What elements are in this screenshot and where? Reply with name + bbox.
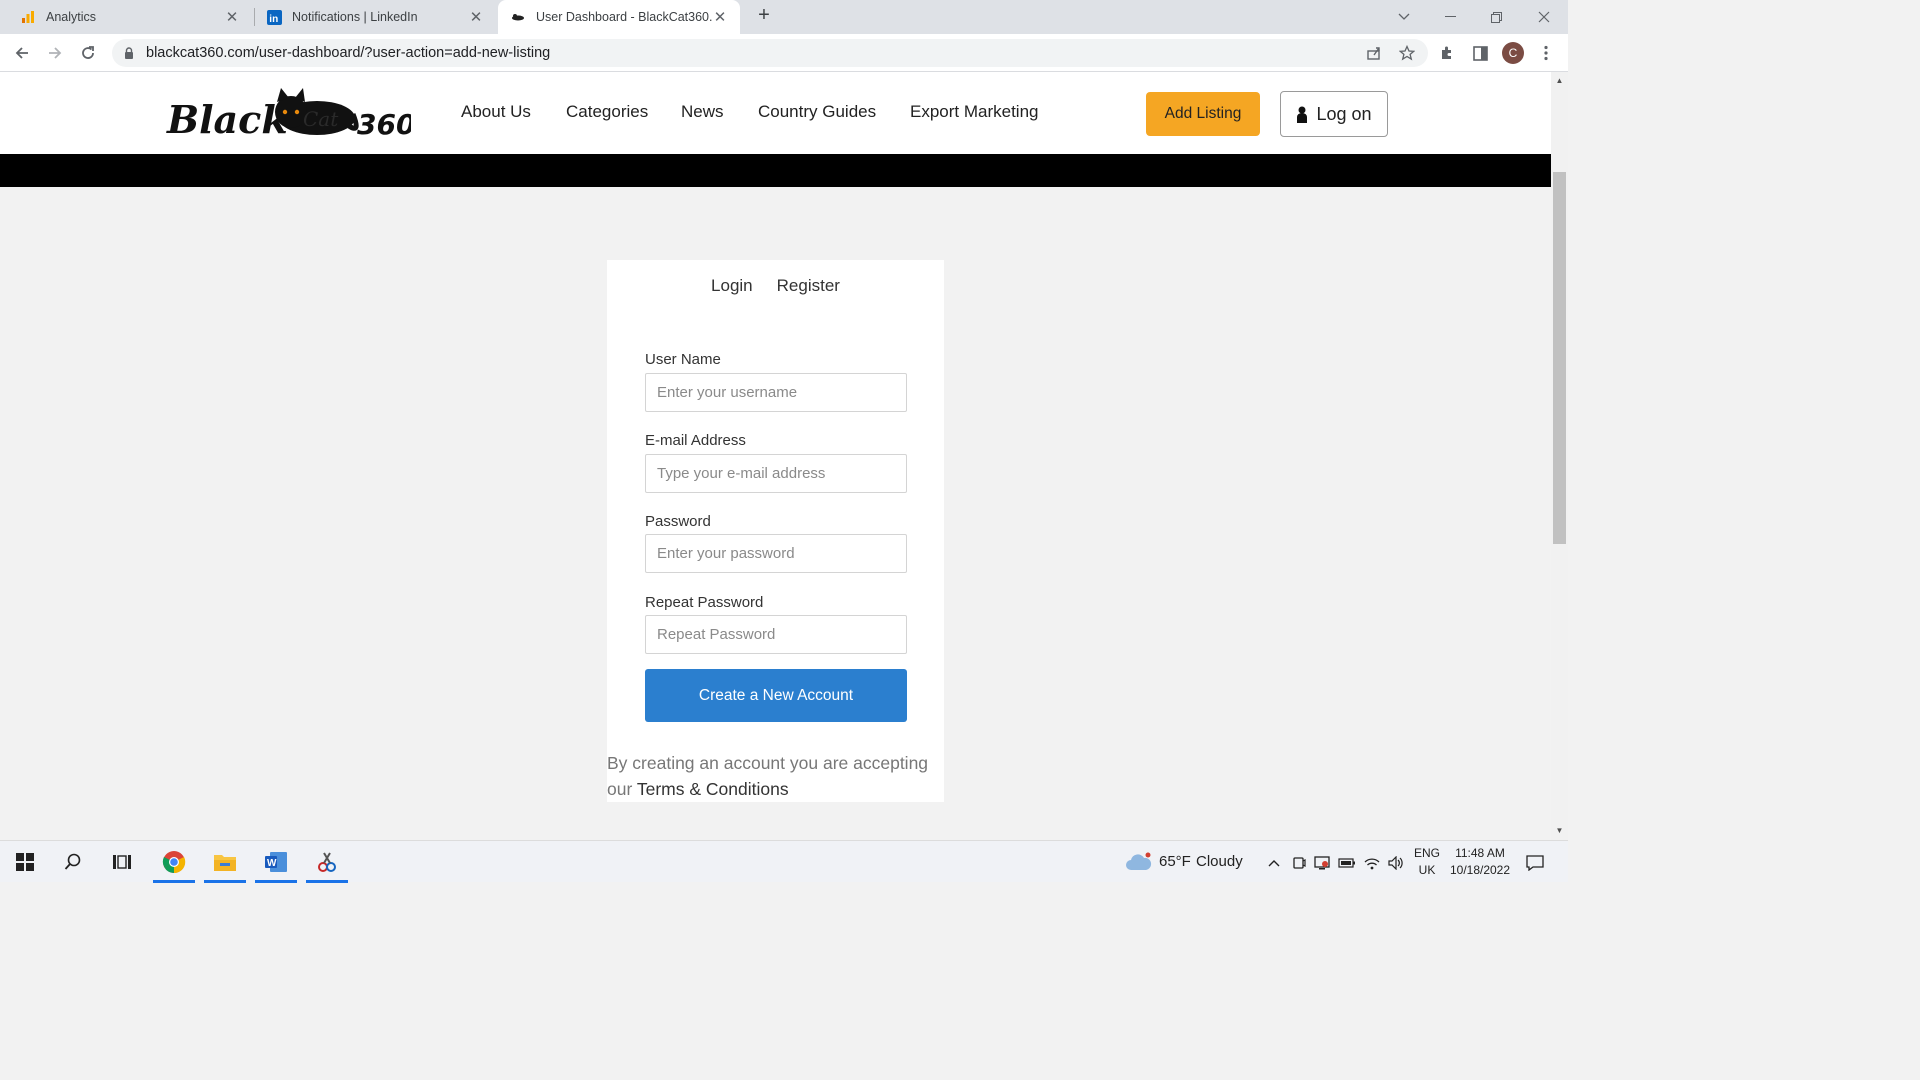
browser-menu-icon[interactable] [1533, 40, 1559, 66]
url-text: blackcat360.com/user-dashboard/?user-act… [146, 45, 551, 61]
active-app-indicator [255, 880, 297, 883]
chrome-taskbar-icon[interactable] [151, 841, 197, 883]
page-scrollbar[interactable]: ▲ ▼ [1551, 72, 1568, 840]
taskbar: W 65°F Cloudy ENG UK 11:48 AM 10/18/2022 [0, 840, 1568, 883]
close-icon[interactable]: ✕ [712, 8, 728, 26]
restore-icon[interactable] [1473, 0, 1519, 34]
logo-360-text: 360 [357, 108, 411, 141]
minimize-icon[interactable] [1427, 0, 1473, 34]
repeat-password-input[interactable] [645, 615, 907, 654]
share-icon[interactable] [1361, 39, 1387, 67]
close-icon[interactable]: ✕ [468, 8, 484, 26]
cloudy-weather-icon[interactable] [1118, 841, 1158, 883]
nav-categories[interactable]: Categories [566, 102, 648, 122]
clock-time[interactable]: 11:48 AM [1446, 846, 1514, 860]
bookmark-star-icon[interactable] [1394, 39, 1420, 67]
new-tab-button[interactable]: + [752, 4, 776, 30]
active-app-indicator [306, 880, 348, 883]
profile-avatar[interactable]: C [1502, 42, 1524, 64]
nav-country-guides[interactable]: Country Guides [758, 102, 876, 122]
terms-notice: By creating an account you are accepting… [607, 750, 944, 802]
windows-start-icon[interactable] [2, 841, 48, 883]
auth-tabs: Login Register [607, 276, 944, 296]
log-on-button[interactable]: Log on [1280, 91, 1388, 137]
active-app-indicator [204, 880, 246, 883]
lock-icon[interactable] [124, 47, 138, 59]
repeat-password-label: Repeat Password [645, 594, 764, 611]
tab-login[interactable]: Login [711, 276, 753, 296]
cat-logo-icon: Cat [275, 88, 359, 135]
svg-text:in: in [269, 14, 278, 25]
password-label: Password [645, 513, 711, 530]
log-on-label: Log on [1316, 103, 1372, 124]
nav-news[interactable]: News [681, 102, 724, 122]
scroll-up-icon[interactable]: ▲ [1551, 74, 1568, 88]
password-input[interactable] [645, 534, 907, 573]
linkedin-icon: in [266, 9, 282, 25]
svg-text:W: W [267, 858, 277, 869]
scroll-down-icon[interactable]: ▼ [1551, 824, 1568, 838]
close-icon[interactable]: ✕ [224, 8, 240, 26]
language-indicator-bottom[interactable]: UK [1412, 863, 1442, 877]
site-header: Black Cat 360 About Us Categories News C… [0, 72, 1551, 154]
site-logo[interactable]: Black Cat 360 [165, 86, 415, 142]
tab-title: Analytics [46, 10, 97, 24]
username-label: User Name [645, 351, 721, 368]
page-viewport: Black Cat 360 About Us Categories News C… [0, 72, 1551, 840]
active-app-indicator [153, 880, 195, 883]
back-icon[interactable] [9, 40, 35, 66]
create-account-button[interactable]: Create a New Account [645, 669, 907, 722]
extensions-icon[interactable] [1434, 40, 1460, 66]
add-listing-button[interactable]: Add Listing [1146, 92, 1260, 136]
wifi-icon[interactable] [1362, 853, 1382, 873]
tab-register[interactable]: Register [777, 276, 840, 296]
clock-date[interactable]: 10/18/2022 [1446, 863, 1514, 877]
tab-search-icon[interactable] [1381, 0, 1427, 34]
weather-desc[interactable]: Cloudy [1196, 853, 1243, 870]
forward-icon[interactable] [42, 40, 68, 66]
browser-tab-strip: Analytics ✕ in Notifications | LinkedIn … [0, 0, 1568, 34]
browser-tab-linkedin[interactable]: in Notifications | LinkedIn ✕ [254, 0, 496, 34]
language-indicator-top[interactable]: ENG [1412, 846, 1442, 860]
email-input[interactable] [645, 454, 907, 493]
file-explorer-icon[interactable] [202, 841, 248, 883]
logo-black-text: Black [166, 97, 288, 142]
browser-toolbar: blackcat360.com/user-dashboard/?user-act… [0, 34, 1568, 72]
search-icon[interactable] [50, 841, 96, 883]
reload-icon[interactable] [75, 40, 101, 66]
header-black-band [0, 154, 1551, 187]
nav-export-marketing[interactable]: Export Marketing [910, 102, 1039, 122]
meet-now-icon[interactable] [1289, 853, 1309, 873]
snipping-tool-icon[interactable] [304, 841, 350, 883]
show-hidden-icons-icon[interactable] [1264, 853, 1284, 873]
security-update-icon[interactable] [1312, 853, 1332, 873]
volume-icon[interactable] [1386, 853, 1406, 873]
email-label: E-mail Address [645, 432, 746, 449]
side-panel-icon[interactable] [1467, 40, 1493, 66]
analytics-icon [20, 9, 36, 25]
tab-title: User Dashboard - BlackCat360.co [536, 10, 712, 24]
blackcat-favicon-icon [510, 9, 526, 25]
register-card: Login Register User Name E-mail Address … [607, 260, 944, 802]
task-view-icon[interactable] [99, 841, 145, 883]
browser-tab-user-dashboard[interactable]: User Dashboard - BlackCat360.co ✕ [498, 0, 740, 34]
notifications-icon[interactable] [1525, 853, 1545, 873]
username-input[interactable] [645, 373, 907, 412]
battery-icon[interactable] [1337, 853, 1357, 873]
user-icon [1297, 106, 1308, 123]
browser-tab-analytics[interactable]: Analytics ✕ [8, 0, 252, 34]
address-bar[interactable]: blackcat360.com/user-dashboard/?user-act… [112, 39, 1428, 67]
close-window-icon[interactable] [1521, 0, 1567, 34]
word-icon[interactable]: W [253, 841, 299, 883]
nav-about-us[interactable]: About Us [461, 102, 531, 122]
svg-text:Cat: Cat [303, 107, 339, 131]
tab-title: Notifications | LinkedIn [292, 10, 418, 24]
weather-temp[interactable]: 65°F [1159, 853, 1191, 870]
scroll-thumb[interactable] [1553, 172, 1566, 544]
terms-link[interactable]: Terms & Conditions [637, 779, 789, 799]
